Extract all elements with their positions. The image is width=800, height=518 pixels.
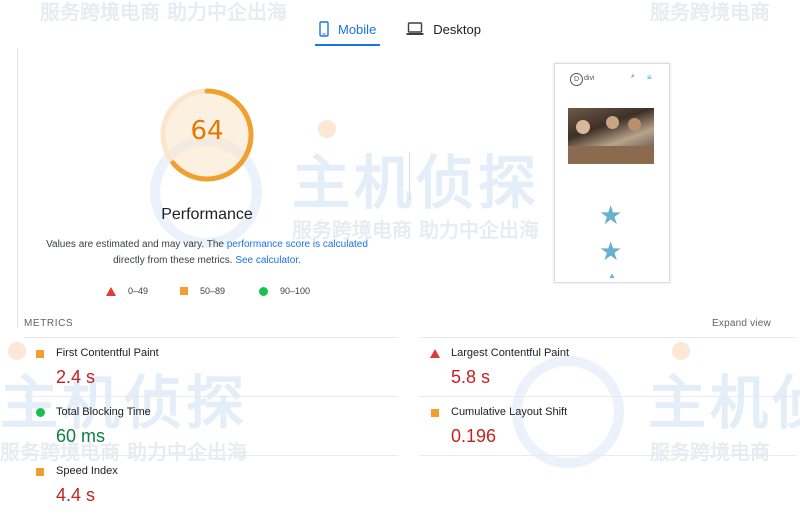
metric-name: Speed Index xyxy=(56,465,118,477)
description-text: Values are estimated and may vary. The xyxy=(46,239,227,250)
watermark-brand: 主机侦探 xyxy=(0,369,249,437)
red-triangle-icon xyxy=(430,349,440,358)
metric-name: Largest Contentful Paint xyxy=(451,347,570,359)
orange-square-icon xyxy=(36,468,44,476)
metrics-divider xyxy=(24,455,398,456)
metric-value: 4.4 s xyxy=(56,485,96,505)
score-calculated-link[interactable]: performance score is calculated xyxy=(227,239,368,250)
legend-range: 0–49 xyxy=(128,286,149,296)
tab-mobile[interactable]: Mobile xyxy=(315,14,381,46)
metric-value: 0.196 xyxy=(451,426,497,446)
orange-square-icon xyxy=(180,287,188,295)
legend-pass: 90–100 xyxy=(259,286,310,296)
menu-icon: ≡ xyxy=(647,73,652,82)
score-label: Performance xyxy=(161,206,253,223)
metrics-heading: METRICS xyxy=(24,318,74,329)
green-circle-icon xyxy=(259,286,268,296)
watermark-dot xyxy=(318,120,336,138)
watermark-text: 服务跨境电商 xyxy=(650,440,770,464)
star-icon: ★ xyxy=(599,200,623,230)
metrics-divider xyxy=(420,455,796,456)
legend-average: 50–89 xyxy=(180,286,225,296)
legend-fail: 0–49 xyxy=(106,286,148,296)
site-logo: D xyxy=(570,73,583,86)
star-icon: ★ xyxy=(599,236,623,266)
watermark-text: 服务跨境电商 助力中企出海 xyxy=(0,440,247,464)
watermark-dot xyxy=(672,342,690,360)
tab-mobile-label: Mobile xyxy=(338,21,377,37)
legend-range: 90–100 xyxy=(280,286,311,296)
scroll-up-icon: ▲ xyxy=(608,271,616,280)
metric-name: Cumulative Layout Shift xyxy=(451,406,568,418)
watermark-brand: 主机侦探 xyxy=(292,149,541,217)
tab-desktop-label: Desktop xyxy=(433,21,481,37)
metric-name: First Contentful Paint xyxy=(56,347,159,359)
laptop-icon xyxy=(406,22,424,36)
hero-image xyxy=(568,108,654,164)
metric-value: 5.8 s xyxy=(451,367,491,387)
device-tabs: Mobile Desktop xyxy=(0,14,800,48)
watermark-dot xyxy=(8,342,26,360)
expand-view-button[interactable]: Expand view xyxy=(712,318,771,329)
metric-name: Total Blocking Time xyxy=(56,406,151,418)
score-description: Values are estimated and may vary. The p… xyxy=(40,237,374,269)
description-text: directly from these metrics. xyxy=(113,255,236,266)
left-border xyxy=(17,48,18,328)
metrics-divider xyxy=(420,337,796,338)
metrics-divider xyxy=(24,396,398,397)
watermark-brand: 主机侦探 xyxy=(648,369,800,437)
metric-value: 2.4 s xyxy=(56,367,96,387)
tab-desktop[interactable]: Desktop xyxy=(402,14,485,44)
search-icon: ⌕ xyxy=(631,73,635,80)
orange-square-icon xyxy=(36,350,44,358)
site-name: divi xyxy=(584,75,595,82)
see-calculator-link[interactable]: See calculator. xyxy=(235,255,301,266)
phone-icon xyxy=(319,21,329,37)
score-value: 64 xyxy=(190,116,224,146)
orange-square-icon xyxy=(431,409,439,417)
metric-value: 60 ms xyxy=(56,426,106,446)
metrics-divider xyxy=(24,337,398,338)
legend-range: 50–89 xyxy=(200,286,226,296)
red-triangle-icon xyxy=(106,286,116,296)
metrics-divider xyxy=(420,396,796,397)
divider xyxy=(409,152,410,200)
page-screenshot-preview: D divi ⌕ ≡ ★ ★ ▲ xyxy=(554,63,670,283)
green-circle-icon xyxy=(36,408,45,417)
